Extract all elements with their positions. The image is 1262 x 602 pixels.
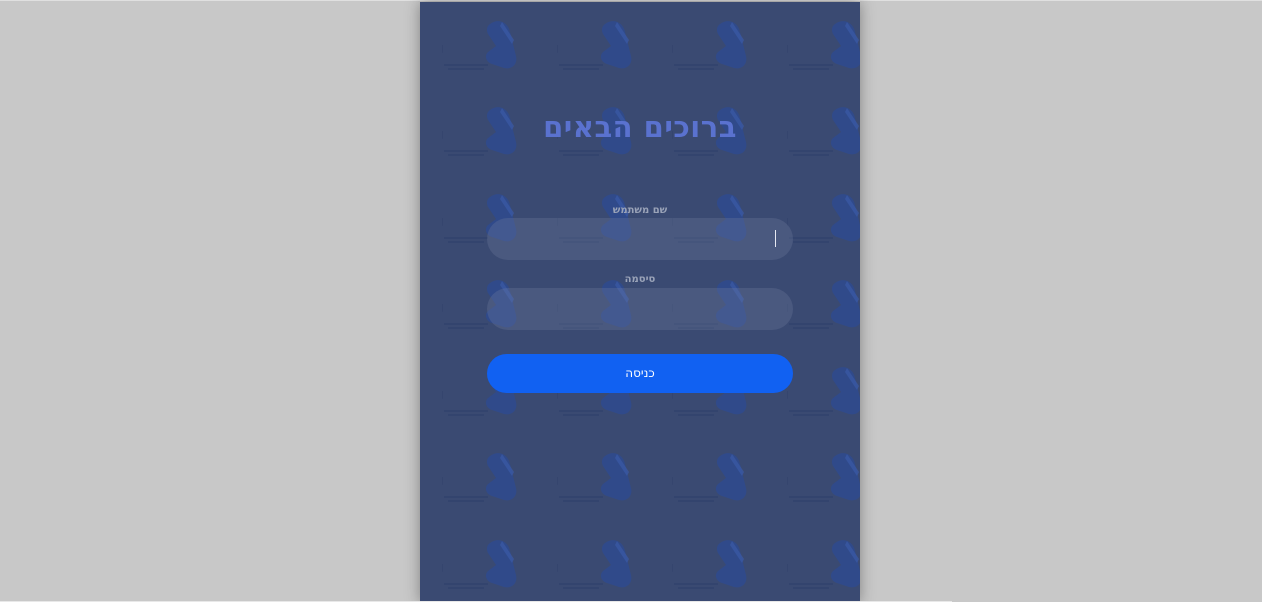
watermark-logo: ידיד — [787, 16, 860, 86]
watermark-logo: ידיד — [442, 448, 532, 518]
username-field[interactable] — [487, 218, 793, 260]
svg-text:ידיד: ידיד — [442, 382, 444, 410]
svg-text:ידיד: ידיד — [442, 36, 444, 64]
svg-text:ידיד: ידיד — [557, 36, 559, 64]
watermark-logo: ידיד — [787, 535, 860, 602]
svg-text:ידיד: ידיד — [672, 555, 674, 583]
svg-text:ידיד: ידיד — [672, 36, 674, 64]
username-label: שם משתמש — [612, 205, 668, 216]
password-field[interactable] — [487, 288, 793, 330]
svg-text:ידיד: ידיד — [557, 555, 559, 583]
password-label: סיסמה — [624, 274, 656, 285]
svg-text:ידיד: ידיד — [442, 468, 444, 496]
svg-text:ידיד: ידיד — [557, 468, 559, 496]
login-panel: ידיד ידיד ידיד ידיד ידיד ידיד ידיד ידיד ידיד ידיד… — [420, 2, 860, 602]
text-caret — [775, 230, 776, 247]
svg-text:ידיד: ידיד — [787, 555, 789, 583]
watermark-logo: ידיד — [557, 448, 647, 518]
svg-text:ידיד: ידיד — [787, 36, 789, 64]
svg-text:ידיד: ידיד — [442, 295, 444, 323]
watermark-logo: ידיד — [787, 448, 860, 518]
page-background: ידיד ידיד ידיד ידיד ידיד ידיד ידיד ידיד ידיד ידיד… — [0, 0, 1262, 602]
watermark-logo: ידיד — [672, 448, 762, 518]
watermark-logo: ידיד — [787, 362, 860, 432]
welcome-title: ברוכים הבאים — [543, 110, 737, 144]
watermark-logo: ידיד — [672, 535, 762, 602]
watermark-logo: ידיד — [442, 16, 532, 86]
login-button[interactable]: כניסה — [487, 354, 793, 393]
watermark-logo: ידיד — [442, 535, 532, 602]
watermark-logo: ידיד — [787, 189, 860, 259]
watermark-logo: ידיד — [557, 535, 647, 602]
watermark-logo: ידיד — [672, 16, 762, 86]
svg-text:ידיד: ידיד — [672, 468, 674, 496]
svg-text:ידיד: ידיד — [787, 468, 789, 496]
watermark-logo: ידיד — [557, 16, 647, 86]
watermark-logo: ידיד — [787, 275, 860, 345]
svg-text:ידיד: ידיד — [442, 555, 444, 583]
